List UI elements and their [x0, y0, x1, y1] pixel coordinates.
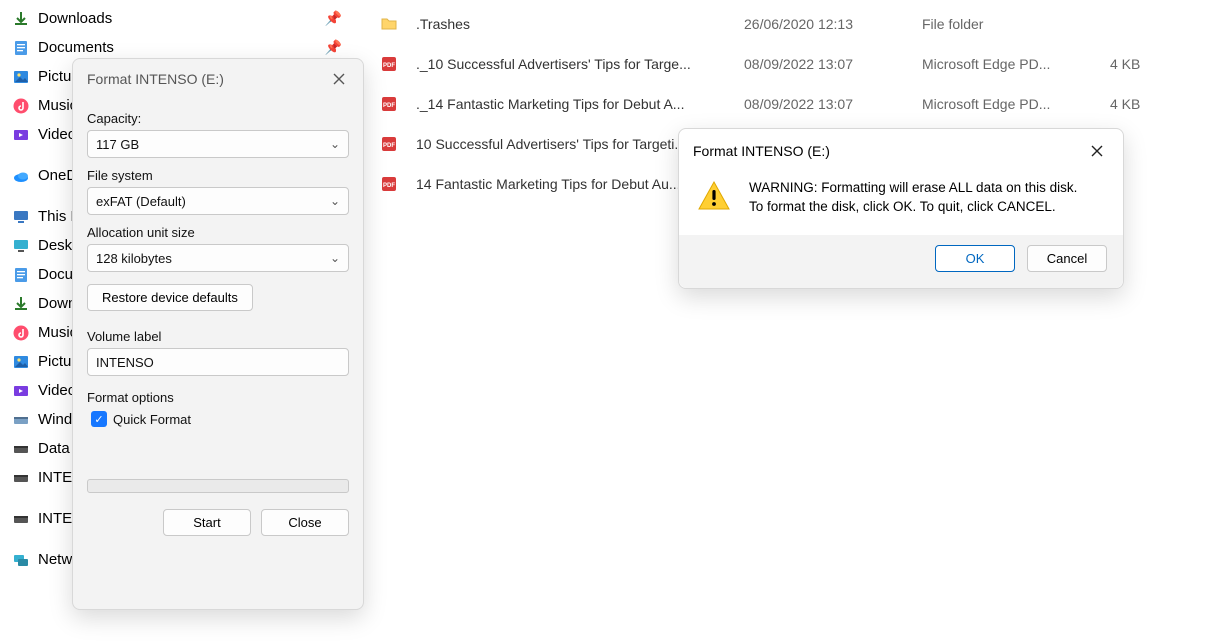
desktop-icon [12, 237, 30, 255]
warning-text: WARNING: Formatting will erase ALL data … [749, 179, 1077, 217]
chevron-down-icon: ⌄ [330, 194, 340, 208]
warning-icon [697, 179, 731, 213]
file-date: 08/09/2022 13:07 [744, 56, 904, 72]
document-icon [12, 266, 30, 284]
format-dialog-titlebar: Format INTENSO (E:) [73, 59, 363, 99]
warning-line-2: To format the disk, click OK. To quit, c… [749, 198, 1077, 217]
format-dialog-title: Format INTENSO (E:) [87, 71, 224, 87]
file-size: 4 KB [1110, 56, 1170, 72]
volume-label-value: INTENSO [96, 355, 154, 370]
close-button[interactable]: Close [261, 509, 349, 536]
pin-icon: 📌 [325, 10, 342, 27]
pdf-icon: PDF [380, 135, 398, 153]
format-dialog-body: Capacity: 117 GB ⌄ File system exFAT (De… [73, 99, 363, 499]
allocation-label: Allocation unit size [87, 225, 349, 240]
filesystem-value: exFAT (Default) [96, 194, 186, 209]
sidebar-item-label: Downloads [38, 10, 112, 27]
filesystem-label: File system [87, 168, 349, 183]
warning-dialog-title: Format INTENSO (E:) [693, 143, 830, 159]
volume-label-input[interactable]: INTENSO [87, 348, 349, 376]
warning-line-1: WARNING: Formatting will erase ALL data … [749, 179, 1077, 198]
restore-defaults-button[interactable]: Restore device defaults [87, 284, 253, 311]
drive-dark-icon [12, 510, 30, 528]
folder-icon [380, 15, 398, 33]
file-name: ._10 Successful Advertisers' Tips for Ta… [416, 56, 726, 72]
videos-icon [12, 126, 30, 144]
music-icon [12, 324, 30, 342]
svg-text:PDF: PDF [383, 103, 395, 109]
file-row[interactable]: PDF ._10 Successful Advertisers' Tips for… [380, 44, 1201, 84]
svg-text:PDF: PDF [383, 143, 395, 149]
format-progress-bar [87, 479, 349, 493]
close-icon[interactable] [1085, 139, 1109, 163]
pdf-icon: PDF [380, 55, 398, 73]
file-name: ._14 Fantastic Marketing Tips for Debut … [416, 96, 726, 112]
chevron-down-icon: ⌄ [330, 137, 340, 151]
sidebar-item-label: Pictur [38, 68, 76, 85]
warning-dialog: Format INTENSO (E:) WARNING: Formatting … [678, 128, 1124, 289]
document-icon [12, 39, 30, 57]
format-options-label: Format options [87, 390, 349, 405]
file-row[interactable]: .Trashes 26/06/2020 12:13 File folder [380, 4, 1201, 44]
file-date: 08/09/2022 13:07 [744, 96, 904, 112]
ok-button[interactable]: OK [935, 245, 1015, 272]
start-button[interactable]: Start [163, 509, 251, 536]
allocation-select[interactable]: 128 kilobytes ⌄ [87, 244, 349, 272]
thispc-icon [12, 208, 30, 226]
onedrive-icon [12, 167, 30, 185]
volume-label-label: Volume label [87, 329, 349, 344]
chevron-down-icon: ⌄ [330, 251, 340, 265]
quick-format-label: Quick Format [113, 412, 191, 427]
checkbox-icon: ✓ [91, 411, 107, 427]
cancel-button[interactable]: Cancel [1027, 245, 1107, 272]
network-icon [12, 551, 30, 569]
drive-dark-icon [12, 469, 30, 487]
allocation-value: 128 kilobytes [96, 251, 172, 266]
pin-icon: 📌 [325, 39, 342, 56]
sidebar-item-label: Documents [38, 39, 114, 56]
format-dialog: Format INTENSO (E:) Capacity: 117 GB ⌄ F… [72, 58, 364, 610]
format-dialog-footer: Start Close [73, 499, 363, 550]
pdf-icon: PDF [380, 95, 398, 113]
videos-icon [12, 382, 30, 400]
file-date: 26/06/2020 12:13 [744, 16, 904, 32]
capacity-select[interactable]: 117 GB ⌄ [87, 130, 349, 158]
close-icon[interactable] [327, 67, 351, 91]
download-icon [12, 295, 30, 313]
svg-text:PDF: PDF [383, 63, 395, 69]
sidebar-item-downloads[interactable]: Downloads 📌 [6, 4, 360, 33]
file-row[interactable]: PDF ._14 Fantastic Marketing Tips for Deb… [380, 84, 1201, 124]
file-type: Microsoft Edge PD... [922, 56, 1092, 72]
pictures-icon [12, 68, 30, 86]
file-type: File folder [922, 16, 1092, 32]
capacity-value: 117 GB [96, 137, 139, 152]
capacity-label: Capacity: [87, 111, 349, 126]
warning-dialog-footer: OK Cancel [679, 235, 1123, 288]
filesystem-select[interactable]: exFAT (Default) ⌄ [87, 187, 349, 215]
pdf-icon: PDF [380, 175, 398, 193]
file-name: .Trashes [416, 16, 726, 32]
drive-dark-icon [12, 440, 30, 458]
file-type: Microsoft Edge PD... [922, 96, 1092, 112]
svg-text:PDF: PDF [383, 183, 395, 189]
download-icon [12, 10, 30, 28]
warning-dialog-titlebar: Format INTENSO (E:) [679, 129, 1123, 167]
quick-format-checkbox[interactable]: ✓ Quick Format [87, 411, 349, 427]
file-size: 4 KB [1110, 96, 1170, 112]
warning-dialog-body: WARNING: Formatting will erase ALL data … [679, 167, 1123, 235]
drive-icon [12, 411, 30, 429]
pictures-icon [12, 353, 30, 371]
music-icon [12, 97, 30, 115]
